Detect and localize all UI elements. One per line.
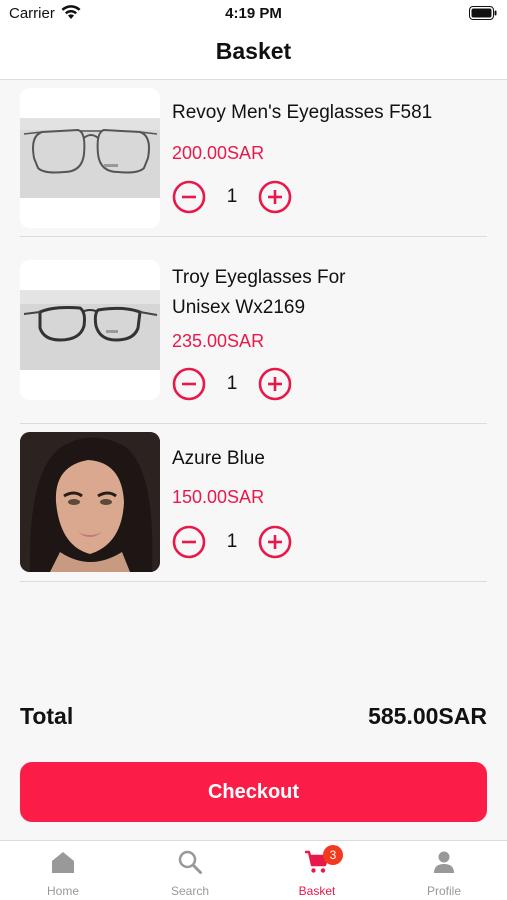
product-price: 150.00SAR [172, 487, 265, 507]
model-portrait-image [20, 432, 160, 572]
tab-bar: Home Search 3 Basket Profile [0, 840, 507, 900]
tab-home[interactable]: Home [0, 841, 126, 900]
cart-count-badge: 3 [323, 845, 343, 865]
basket-item: Revoy Men's Eyeglasses F581 200.00SAR 1 [20, 80, 487, 237]
tab-basket[interactable]: 3 Basket [254, 841, 380, 900]
product-image[interactable] [20, 88, 160, 228]
basket-item: Azure Blue 150.00SAR 1 [20, 424, 487, 582]
minus-circle-icon[interactable] [172, 525, 206, 559]
tab-label: Home [46, 884, 79, 898]
battery-icon [469, 6, 497, 20]
plus-circle-icon[interactable] [258, 367, 292, 401]
quantity-value: 1 [226, 373, 238, 394]
page-title: Basket [215, 38, 292, 64]
quantity-value: 1 [226, 531, 238, 552]
basket-item: Troy Eyeglasses For Unisex Wx2169 235.00… [20, 237, 487, 424]
eyeglasses-image [20, 290, 160, 370]
plus-circle-icon[interactable] [258, 180, 292, 214]
product-name-line-2: Unisex Wx2169 [172, 297, 306, 318]
tab-label: Search [170, 884, 210, 898]
total-value: 585.00SAR [368, 703, 487, 729]
checkout-button[interactable]: Checkout [20, 762, 487, 822]
navigation-bar: Basket [0, 28, 507, 80]
tab-profile[interactable]: Profile [381, 841, 507, 900]
product-name: Azure Blue [172, 448, 265, 469]
product-name: Revoy Men's Eyeglasses F581 [172, 102, 433, 123]
clock: 4:19 PM [225, 5, 282, 22]
person-icon [434, 851, 454, 873]
tab-search[interactable]: Search [127, 841, 253, 900]
product-price: 235.00SAR [172, 331, 265, 351]
total-label: Total [20, 703, 74, 729]
minus-circle-icon[interactable] [172, 367, 206, 401]
product-image[interactable] [20, 260, 160, 400]
status-bar: Carrier 4:19 PM [0, 0, 507, 28]
tab-label: Profile [426, 884, 461, 898]
quantity-stepper: 1 [172, 180, 302, 214]
product-image[interactable] [20, 432, 160, 572]
eyeglasses-image [20, 118, 160, 198]
home-icon [52, 852, 74, 873]
plus-circle-icon[interactable] [258, 525, 292, 559]
minus-circle-icon[interactable] [172, 180, 206, 214]
quantity-value: 1 [226, 186, 238, 207]
product-name: Troy Eyeglasses For [172, 267, 346, 288]
quantity-stepper: 1 [172, 525, 302, 559]
tab-label: Basket [298, 884, 336, 898]
search-icon [178, 850, 202, 874]
quantity-stepper: 1 [172, 367, 302, 401]
product-price: 200.00SAR [172, 143, 265, 163]
